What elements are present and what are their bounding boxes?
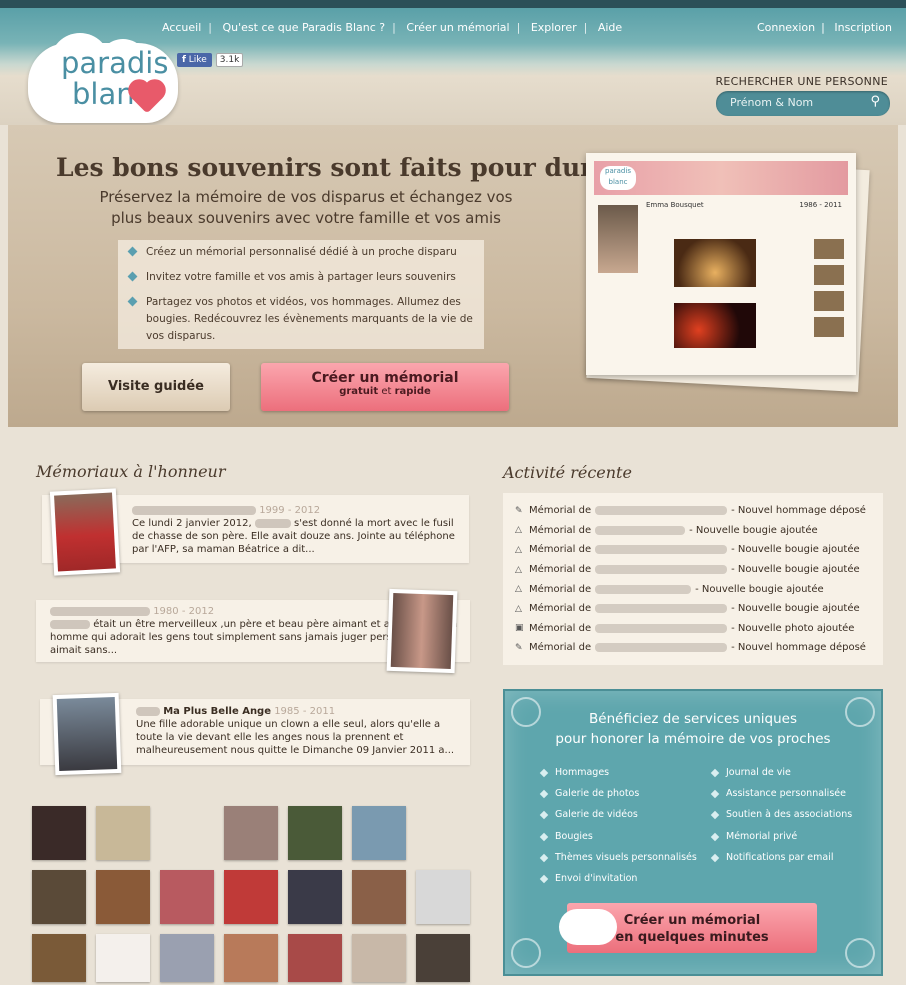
activity-row[interactable]: ✎ Mémorial de - Nouvel hommage déposé	[515, 501, 871, 521]
recent-activity-list: ✎ Mémorial de - Nouvel hommage déposé △ Mém…	[503, 493, 883, 665]
service-item: Mémorial privé	[712, 831, 871, 852]
service-item: Galerie de vidéos	[541, 809, 700, 830]
top-navigation: Accueil | Qu'est ce que Paradis Blanc ? | …	[162, 21, 623, 34]
create-memorial-sublabel: gratuit et rapide	[339, 386, 431, 397]
auth-links: Connexion | Inscription	[756, 21, 892, 34]
service-item: Envoi d'invitation	[541, 873, 700, 894]
nav-explore[interactable]: Explorer	[531, 21, 577, 34]
services-list-left: Hommages Galerie de photos Galerie de vi…	[541, 767, 700, 894]
create-memorial-label: Créer un mémorial	[311, 370, 459, 386]
create-memorial-promo-button[interactable]: Créer un mémorial en quelques minutes	[559, 903, 817, 953]
memorial-photo[interactable]	[49, 488, 121, 576]
memorial-thumbnail[interactable]	[224, 934, 278, 982]
preview-logo: paradis blanc	[600, 166, 636, 190]
service-item: Thèmes visuels personnalisés	[541, 852, 700, 873]
hero-subtitle: Préservez la mémoire de vos disparus et …	[99, 188, 513, 227]
memorial-thumbnail[interactable]	[32, 870, 86, 924]
memorial-photo[interactable]	[386, 588, 458, 674]
nav-help[interactable]: Aide	[598, 21, 622, 34]
preview-profile-photo	[598, 205, 638, 273]
pen-icon: ✎	[515, 505, 523, 516]
memorial-thumbnail[interactable]	[96, 806, 150, 860]
memorial-thumbnail[interactable]	[416, 934, 470, 982]
feature-bullet: Invitez votre famille et vos amis à part…	[118, 265, 484, 290]
activity-row[interactable]: ▣ Mémorial de - Nouvelle photo ajoutée	[515, 619, 871, 639]
memorial-thumbnail[interactable]	[288, 870, 342, 924]
memorial-thumbnail[interactable]	[160, 806, 214, 860]
preview-photo	[674, 239, 756, 287]
activity-row[interactable]: △ Mémorial de - Nouvelle bougie ajoutée	[515, 521, 871, 541]
service-item: Notifications par email	[712, 852, 871, 873]
facebook-like-button[interactable]: f Like	[177, 53, 212, 67]
service-item: Assistance personnalisée	[712, 788, 871, 809]
activity-section-title: Activité récente	[503, 463, 632, 482]
preview-candle-photo	[674, 303, 756, 348]
memorial-photo[interactable]	[52, 692, 122, 776]
cloud-heart-icon	[559, 909, 617, 945]
services-promo-panel: Bénéficiez de services uniques pour honor…	[503, 689, 883, 976]
activity-row[interactable]: △ Mémorial de - Nouvelle bougie ajoutée	[515, 540, 871, 560]
memorial-thumbnail[interactable]	[32, 806, 86, 860]
memorial-thumbnail[interactable]	[160, 870, 214, 924]
site-logo[interactable]: paradis blanc	[28, 33, 178, 123]
service-item: Journal de vie	[712, 767, 871, 788]
memorial-thumbnail[interactable]	[160, 934, 214, 982]
memorial-thumbnail[interactable]	[224, 870, 278, 924]
camera-icon: ▣	[515, 623, 524, 634]
memorial-thumbnail[interactable]	[96, 870, 150, 924]
activity-row[interactable]: ✎ Mémorial de - Nouvel hommage déposé	[515, 638, 871, 658]
promo-title: Bénéficiez de services uniques pour honor…	[555, 711, 831, 747]
login-link[interactable]: Connexion	[757, 21, 815, 34]
hero-section: Les bons souvenirs sont faits pour durer…	[8, 125, 898, 427]
activity-row[interactable]: △ Mémorial de - Nouvelle bougie ajoutée	[515, 579, 871, 599]
search-placeholder: Prénom & Nom	[730, 96, 814, 109]
nav-create-memorial[interactable]: Créer un mémorial	[406, 21, 509, 34]
service-item: Galerie de photos	[541, 788, 700, 809]
candle-icon: △	[515, 525, 522, 536]
facebook-like: f Like 3.1k	[177, 53, 244, 67]
memorial-thumbnail[interactable]	[224, 806, 278, 860]
preview-name: Emma Bousquet	[646, 201, 704, 209]
nav-home[interactable]: Accueil	[162, 21, 201, 34]
signup-link[interactable]: Inscription	[834, 21, 892, 34]
site-header: Accueil | Qu'est ce que Paradis Blanc ? | …	[0, 0, 906, 125]
like-count: 3.1k	[215, 53, 244, 67]
nav-about[interactable]: Qu'est ce que Paradis Blanc ?	[223, 21, 386, 34]
guided-tour-button[interactable]: Visite guidée	[82, 363, 230, 411]
search-input[interactable]: Prénom & Nom ⚲	[716, 91, 890, 116]
activity-row[interactable]: △ Mémorial de - Nouvelle bougie ajoutée	[515, 560, 871, 580]
memorial-thumbnail[interactable]	[32, 934, 86, 982]
service-item: Soutien à des associations	[712, 809, 871, 830]
memorial-thumbnail[interactable]	[288, 806, 342, 860]
memorial-thumbnail[interactable]	[416, 806, 470, 860]
search-icon[interactable]: ⚲	[870, 94, 880, 109]
logo-text-line1: paradis	[61, 46, 169, 80]
candle-icon: △	[515, 603, 522, 614]
memorial-thumbnail[interactable]	[352, 870, 406, 924]
candle-icon: △	[515, 544, 522, 555]
honor-section-title: Mémoriaux à l'honneur	[36, 462, 226, 481]
memorial-thumbnail[interactable]	[352, 806, 406, 860]
memorial-thumbnail[interactable]	[416, 870, 470, 924]
pen-icon: ✎	[515, 642, 523, 653]
services-list-right: Journal de vie Assistance personnalisée …	[712, 767, 871, 894]
memorial-thumbnail[interactable]	[288, 934, 342, 982]
preview-years: 1986 - 2011	[799, 201, 842, 209]
feature-bullet: Partagez vos photos et vidéos, vos homma…	[118, 290, 484, 349]
service-item: Hommages	[541, 767, 700, 788]
memorial-preview-screenshot: paradis blanc Emma Bousquet 1986 - 2011	[586, 153, 870, 392]
memorial-thumbnail[interactable]	[96, 934, 150, 982]
memorial-thumbnail[interactable]	[352, 934, 406, 982]
search-label: RECHERCHER UNE PERSONNE	[715, 75, 888, 88]
hero-title: Les bons souvenirs sont faits pour durer	[56, 153, 623, 182]
feature-bullet: Créez un mémorial personnalisé dédié à u…	[118, 240, 484, 265]
service-item: Bougies	[541, 831, 700, 852]
activity-row[interactable]: △ Mémorial de - Nouvelle bougie ajoutée	[515, 599, 871, 619]
candle-icon: △	[515, 584, 522, 595]
create-memorial-button[interactable]: Créer un mémorial gratuit et rapide	[261, 363, 509, 411]
candle-icon: △	[515, 564, 522, 575]
